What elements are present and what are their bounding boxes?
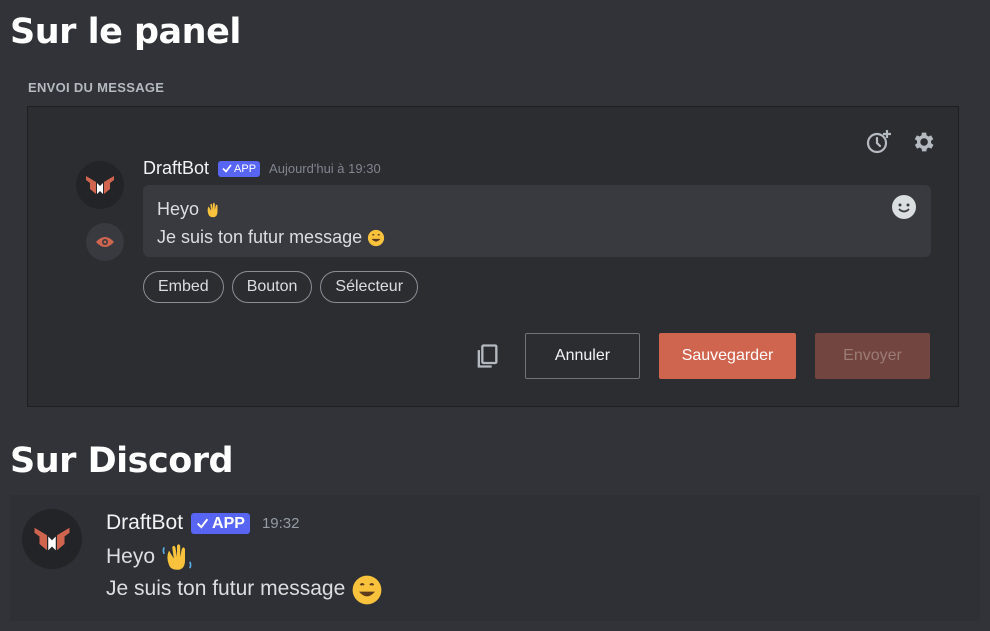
message-line-1: Heyo (106, 545, 156, 568)
message-content: Heyo Je suis ton futur message (106, 541, 383, 606)
preview-toggle-button[interactable] (86, 223, 124, 261)
message-line-2: Je suis ton futur message (106, 577, 346, 601)
app-badge-label: APP (212, 514, 245, 532)
add-embed-button[interactable]: Embed (143, 271, 224, 303)
checkmark-icon (196, 518, 209, 529)
app-badge: APP (218, 160, 261, 177)
emoji-picker-icon[interactable] (891, 194, 917, 220)
draftbot-logo (34, 527, 70, 551)
message-author: DraftBot (143, 158, 210, 178)
section-label-message-send: ENVOI DU MESSAGE (28, 80, 165, 95)
avatar (22, 509, 82, 569)
eye-icon (96, 237, 114, 247)
waving-hand-emoji (162, 544, 192, 571)
message-line-2: Je suis ton futur message (157, 227, 363, 247)
section-title-panel: Sur le panel (10, 12, 241, 52)
copy-icon[interactable] (473, 342, 501, 370)
grinning-face-emoji (368, 230, 385, 247)
message-timestamp: 19:32 (261, 514, 300, 532)
app-badge: APP (191, 512, 250, 534)
message-content-input[interactable]: Heyo Je suis ton futur message (143, 185, 931, 257)
message-timestamp: Aujourd'hui à 19:30 (269, 161, 381, 176)
save-button[interactable]: Sauvegarder (659, 333, 796, 379)
cancel-button[interactable]: Annuler (525, 333, 640, 379)
message-author: DraftBot (106, 511, 184, 534)
message-editor-panel: DraftBot APP Aujourd'hui à 19:30 Heyo Je… (27, 106, 959, 407)
schedule-icon[interactable] (866, 129, 892, 155)
grinning-face-emoji (352, 575, 382, 605)
send-button[interactable]: Envoyer (815, 333, 930, 379)
checkmark-icon (222, 164, 232, 173)
add-button-component[interactable]: Bouton (231, 271, 313, 303)
avatar (76, 161, 124, 209)
waving-hand-emoji (207, 203, 218, 218)
discord-message-preview: DraftBot APP 19:32 Heyo Je suis ton futu… (10, 495, 980, 621)
section-title-discord: Sur Discord (10, 441, 234, 481)
add-select-menu-button[interactable]: Sélecteur (320, 271, 419, 303)
draftbot-logo (86, 176, 114, 194)
app-badge-label: APP (234, 162, 257, 175)
message-line-1: Heyo (157, 199, 200, 219)
gear-icon[interactable] (910, 129, 936, 155)
